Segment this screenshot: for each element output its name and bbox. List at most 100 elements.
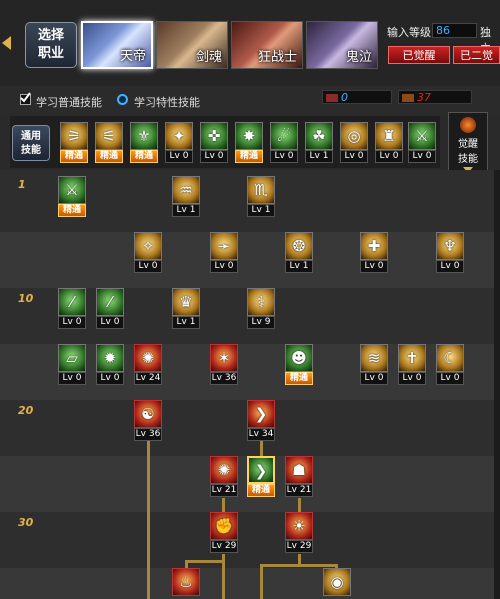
skill-glyph: ⁄ <box>108 293 112 311</box>
skill-slot[interactable]: ✹ Lv 0 <box>96 344 124 386</box>
skill-slot[interactable]: ◉ <box>323 568 351 599</box>
skill-icon: ♒ <box>172 176 200 204</box>
skill-glyph: ☘ <box>312 127 326 145</box>
connector-line <box>185 560 225 563</box>
skill-slot[interactable]: ♛ Lv 1 <box>172 288 200 330</box>
skill-slot[interactable]: ✺ Lv 24 <box>134 344 162 386</box>
skill-level: Lv 0 <box>398 372 426 385</box>
tp-points: 37 <box>398 90 472 104</box>
skill-slot[interactable]: ❯ 精通 <box>247 456 275 498</box>
scrollbar[interactable] <box>494 170 500 599</box>
skill-icon: ⁄ <box>58 288 86 316</box>
skill-icon: ✺ <box>210 456 238 484</box>
skill-slot[interactable]: ➛ Lv 0 <box>210 232 238 274</box>
skill-slot[interactable]: ⚕ Lv 9 <box>247 288 275 330</box>
second-awakened-button[interactable]: 已二觉 <box>453 46 500 64</box>
skill-slot[interactable]: ☀ Lv 29 <box>285 512 313 554</box>
skill-slot[interactable]: ♒ Lv 1 <box>172 176 200 218</box>
skill-icon: ⚔ <box>408 122 436 150</box>
skill-slot[interactable]: ▱ Lv 0 <box>58 344 86 386</box>
skill-icon: ➛ <box>210 232 238 260</box>
skill-glyph: ✝ <box>405 349 419 367</box>
skill-level: Lv 1 <box>285 260 313 273</box>
skill-level: 精通 <box>285 372 313 385</box>
skill-icon: ⚟ <box>95 122 123 150</box>
skill-glyph: ▱ <box>66 349 78 367</box>
awakened-button[interactable]: 已觉醒 <box>388 46 450 64</box>
skill-level: Lv 0 <box>436 260 464 273</box>
skill-level: Lv 0 <box>375 150 403 163</box>
skill-slot[interactable]: ✝ Lv 0 <box>398 344 426 386</box>
class-name: 剑魂 <box>195 50 222 65</box>
special-skill-radio[interactable] <box>117 94 128 105</box>
skill-slot[interactable]: ⚔ 精通 <box>58 176 86 218</box>
class-portrait-kuangzhanshi[interactable]: 狂战士 <box>231 21 303 69</box>
class-portrait-jianhun[interactable]: 剑魂 <box>156 21 228 69</box>
skill-slot[interactable]: ♨ <box>172 568 200 599</box>
skill-slot[interactable]: ☾ Lv 0 <box>436 344 464 386</box>
skill-glyph: ✹ <box>103 349 117 367</box>
row-level-number: 1 <box>18 178 26 191</box>
sp-icon <box>326 94 338 102</box>
skill-slot[interactable]: ❯ Lv 34 <box>247 400 275 442</box>
skill-level: Lv 0 <box>210 260 238 273</box>
skill-slot[interactable]: ✦ Lv 0 <box>165 122 193 164</box>
skill-level: Lv 1 <box>247 204 275 217</box>
tp-value: 37 <box>417 91 431 104</box>
skill-glyph: ♆ <box>443 237 457 255</box>
skill-slot[interactable]: ✶ Lv 36 <box>210 344 238 386</box>
skill-slot[interactable]: ♏ Lv 1 <box>247 176 275 218</box>
skill-icon: ▱ <box>58 344 86 372</box>
skill-glyph: ❂ <box>292 237 306 255</box>
skill-slot[interactable]: ⚞ 精通 <box>60 122 88 164</box>
class-portrait-tiandi[interactable]: 天帝 <box>81 21 153 69</box>
normal-skill-checkbox[interactable] <box>20 92 31 105</box>
skill-icon: ✺ <box>134 344 162 372</box>
skill-icon: ♜ <box>375 122 403 150</box>
level-input[interactable]: 86 <box>432 23 477 38</box>
class-portrait-guiqi[interactable]: 鬼泣 <box>306 21 378 69</box>
skill-slot[interactable]: ☄ Lv 0 <box>270 122 298 164</box>
skill-icon: ☄ <box>270 122 298 150</box>
prev-arrow-icon[interactable] <box>2 36 11 50</box>
skill-slot[interactable]: ≋ Lv 0 <box>360 344 388 386</box>
skill-slot[interactable]: ⚔ Lv 0 <box>408 122 436 164</box>
skill-icon: ❂ <box>285 232 313 260</box>
skill-icon: ✹ <box>96 344 124 372</box>
skill-level: Lv 21 <box>285 484 313 497</box>
skill-slot[interactable]: ✧ Lv 0 <box>134 232 162 274</box>
skill-slot[interactable]: ❂ Lv 1 <box>285 232 313 274</box>
skill-slot[interactable]: ⁄ Lv 0 <box>96 288 124 330</box>
skill-level: Lv 29 <box>285 540 313 553</box>
skill-slot[interactable]: ✸ 精通 <box>235 122 263 164</box>
skill-glyph: ⚜ <box>137 127 151 145</box>
skill-slot[interactable]: ♜ Lv 0 <box>375 122 403 164</box>
skill-level: Lv 0 <box>200 150 228 163</box>
skill-slot[interactable]: ◎ Lv 0 <box>340 122 368 164</box>
level-label: 输入等级 <box>387 26 431 39</box>
awakening-skill-button[interactable]: 觉醒 技能 <box>448 112 488 174</box>
skill-icon: ✧ <box>134 232 162 260</box>
skill-slot[interactable]: ✜ Lv 0 <box>200 122 228 164</box>
class-name: 狂战士 <box>257 50 297 65</box>
select-class-button[interactable]: 选择 职业 <box>25 22 77 68</box>
skill-icon: ☗ <box>285 456 313 484</box>
skill-slot[interactable]: ✚ Lv 0 <box>360 232 388 274</box>
skill-slot[interactable]: ⚜ 精通 <box>130 122 158 164</box>
skill-slot[interactable]: ♆ Lv 0 <box>436 232 464 274</box>
skill-slot[interactable]: ⁄ Lv 0 <box>58 288 86 330</box>
skill-level: 精通 <box>95 150 123 163</box>
skill-slot[interactable]: ✊ Lv 29 <box>210 512 238 554</box>
connector-line <box>260 564 338 567</box>
skill-slot[interactable]: ✺ Lv 21 <box>210 456 238 498</box>
skill-slot[interactable]: ⚟ 精通 <box>95 122 123 164</box>
skill-glyph: ✧ <box>141 237 155 255</box>
skill-level: Lv 0 <box>360 372 388 385</box>
skill-slot[interactable]: ☯ Lv 36 <box>134 400 162 442</box>
skill-icon: ✝ <box>398 344 426 372</box>
skill-level: 精通 <box>60 150 88 163</box>
skill-slot[interactable]: ☻ 精通 <box>285 344 313 386</box>
awake-line1: 觉醒 <box>458 139 478 150</box>
skill-slot[interactable]: ☗ Lv 21 <box>285 456 313 498</box>
skill-slot[interactable]: ☘ Lv 1 <box>305 122 333 164</box>
